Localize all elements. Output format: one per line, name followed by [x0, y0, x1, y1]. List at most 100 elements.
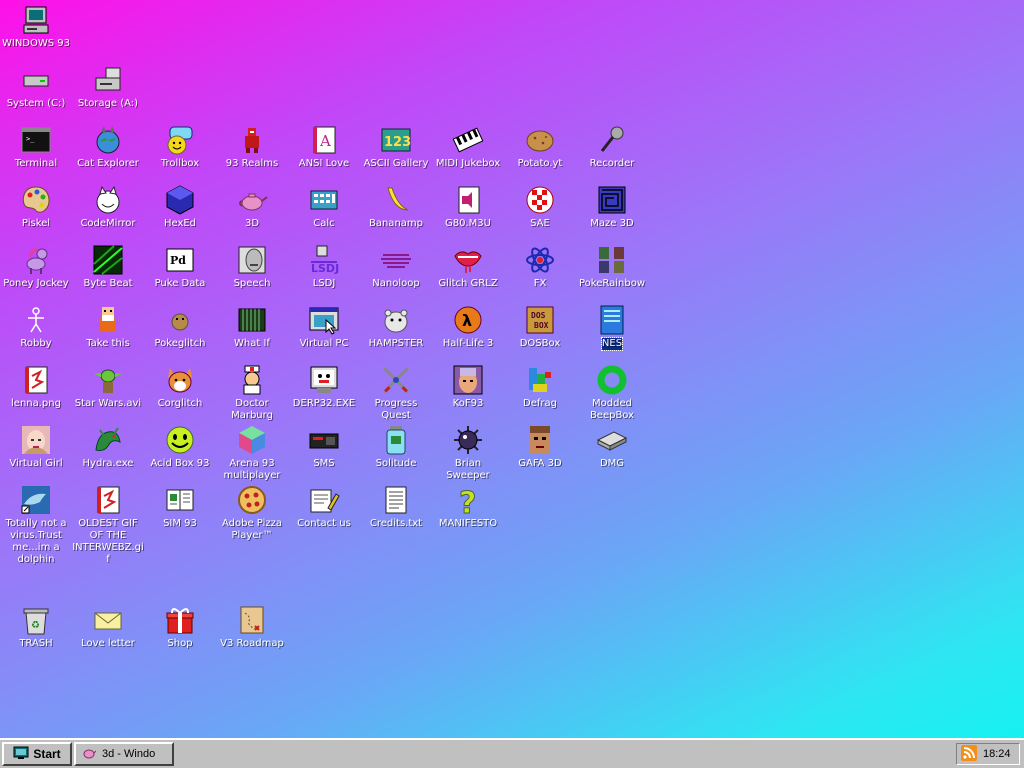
green-grid-icon [236, 304, 268, 336]
pixel-characters-icon [596, 244, 628, 276]
lenna-item[interactable]: lenna.png [0, 364, 72, 422]
hard-drive-icon [20, 64, 52, 96]
green-ring-icon [596, 364, 628, 396]
clock[interactable]: 18:24 [983, 748, 1011, 760]
svg-text:λ: λ [462, 311, 472, 330]
sms-item[interactable]: SMS [288, 424, 360, 482]
taskbar: Start 3d - Windo 18:24 [0, 738, 1024, 768]
svg-text:>_: >_ [26, 135, 35, 143]
pokerainbow-item[interactable]: PokeRainbow [576, 244, 648, 302]
acid-box-item[interactable]: Acid Box 93 [144, 424, 216, 482]
window-cursor-icon [308, 304, 340, 336]
byte-beat-item[interactable]: Byte Beat [72, 244, 144, 302]
svg-text:DOS: DOS [531, 311, 546, 320]
kof93-item[interactable]: KoF93 [432, 364, 504, 422]
atom-icon [524, 244, 556, 276]
poney-jockey-item[interactable]: Poney Jockey [0, 244, 72, 302]
yoda-icon [92, 364, 124, 396]
maze3d-item[interactable]: Maze 3D [576, 184, 648, 242]
portrait-icon [20, 424, 52, 456]
hydra-item[interactable]: Hydra.exe [72, 424, 144, 482]
dolphin-item[interactable]: Totally not a virus.Trust me...im a dolp… [0, 484, 72, 568]
brian-sweeper-item[interactable]: Brian Sweeper [432, 424, 504, 482]
codemirror-item[interactable]: CodeMirror [72, 184, 144, 242]
puke-data-item[interactable]: Pd Puke Data [144, 244, 216, 302]
defrag-item[interactable]: Defrag [504, 364, 576, 422]
cat-explorer-item[interactable]: Cat Explorer [72, 124, 144, 182]
ansi-document-icon: A [308, 124, 340, 156]
gift-box-icon [164, 604, 196, 636]
nes-item[interactable]: NES [576, 304, 648, 362]
dosbox-item[interactable]: DOS BOX DOSBox [504, 304, 576, 362]
what-if-item[interactable]: What If [216, 304, 288, 362]
progress-quest-item[interactable]: Progress Quest [360, 364, 432, 422]
solitude-item[interactable]: Solitude [360, 424, 432, 482]
beepbox-item[interactable]: Modded BeepBox [576, 364, 648, 422]
bananamp-item[interactable]: Bananamp [360, 184, 432, 242]
gif-file-icon [92, 484, 124, 516]
shop-item[interactable]: Shop [144, 604, 216, 662]
gafa3d-item[interactable]: GAFA 3D [504, 424, 576, 482]
roadmap-item[interactable]: V3 Roadmap [216, 604, 288, 662]
svg-text:?: ? [459, 486, 476, 516]
trollbox-item[interactable]: Trollbox [144, 124, 216, 182]
glitch-grlz-item[interactable]: Glitch GRLZ [432, 244, 504, 302]
fx-item[interactable]: FX [504, 244, 576, 302]
calc-item[interactable]: Calc [288, 184, 360, 242]
sim93-item[interactable]: SIM 93 [144, 484, 216, 542]
pizza-icon [236, 484, 268, 516]
microphone-icon [596, 124, 628, 156]
arena93-item[interactable]: Arena 93 multiplayer [216, 424, 288, 482]
love-letter-item[interactable]: Love letter [72, 604, 144, 662]
floppy-drive-icon [92, 64, 124, 96]
taskbar-window-label: 3d - Windo [102, 748, 156, 760]
3d-item[interactable]: 3D [216, 184, 288, 242]
defrag-blocks-icon [524, 364, 556, 396]
rss-feed-icon[interactable] [961, 744, 977, 764]
start-button[interactable]: Start [2, 742, 72, 766]
taskbar-window-button[interactable]: 3d - Windo [74, 742, 174, 766]
virtual-girl-item[interactable]: Virtual Girl [0, 424, 72, 482]
star-wars-item[interactable]: Star Wars.avi [72, 364, 144, 422]
sae-item[interactable]: SAE [504, 184, 576, 242]
trash-item[interactable]: ♻ TRASH [0, 604, 72, 662]
half-life-3-item[interactable]: λ Half-Life 3 [432, 304, 504, 362]
pokeglitch-item[interactable]: Pokeglitch [144, 304, 216, 362]
robby-item[interactable]: Robby [0, 304, 72, 362]
credits-item[interactable]: Credits.txt [360, 484, 432, 542]
take-this-item[interactable]: Take this [72, 304, 144, 362]
playlist-file-icon [452, 184, 484, 216]
recorder-item[interactable]: Recorder [576, 124, 648, 182]
piano-keys-icon [452, 124, 484, 156]
windows93-icon-item[interactable]: WINDOWS 93 [0, 4, 72, 62]
g80m3u-item[interactable]: G80.M3U [432, 184, 504, 242]
contact-us-item[interactable]: Contact us [288, 484, 360, 542]
paint-palette-icon [20, 184, 52, 216]
hexed-item[interactable]: HexEd [144, 184, 216, 242]
blue-file-icon [596, 304, 628, 336]
maze-icon [596, 184, 628, 216]
ascii-gallery-item[interactable]: 123 ASCII Gallery [360, 124, 432, 182]
virtual-pc-item[interactable]: Virtual PC [288, 304, 360, 362]
crossed-swords-icon [380, 364, 412, 396]
ansi-love-item[interactable]: A ANSI Love [288, 124, 360, 182]
corglitch-item[interactable]: Corglitch [144, 364, 216, 422]
dmg-item[interactable]: DMG [576, 424, 648, 482]
terminal-item[interactable]: >_ Terminal [0, 124, 72, 182]
nanoloop-item[interactable]: Nanoloop [360, 244, 432, 302]
lsdj-item[interactable]: LSDJ LSDJ [288, 244, 360, 302]
storage-drive-item[interactable]: Storage (A:) [72, 64, 144, 122]
derp32-item[interactable]: DERP32.EXE [288, 364, 360, 422]
oldest-gif-item[interactable]: OLDEST GIF OF THE INTERWEBZ.gif [72, 484, 144, 568]
realms-item[interactable]: 93 Realms [216, 124, 288, 182]
system-drive-item[interactable]: System (C:) [0, 64, 72, 122]
piskel-item[interactable]: Piskel [0, 184, 72, 242]
doctor-marburg-item[interactable]: Doctor Marburg [216, 364, 288, 422]
start-label: Start [33, 747, 61, 761]
speech-item[interactable]: Speech [216, 244, 288, 302]
pizza-player-item[interactable]: Adobe Pizza Player™ [216, 484, 288, 542]
hampster-item[interactable]: HAMPSTER [360, 304, 432, 362]
manifesto-item[interactable]: ? MANIFESTO [432, 484, 504, 542]
midi-jukebox-item[interactable]: MIDI Jukebox [432, 124, 504, 182]
potato-item[interactable]: Potato.yt [504, 124, 576, 182]
